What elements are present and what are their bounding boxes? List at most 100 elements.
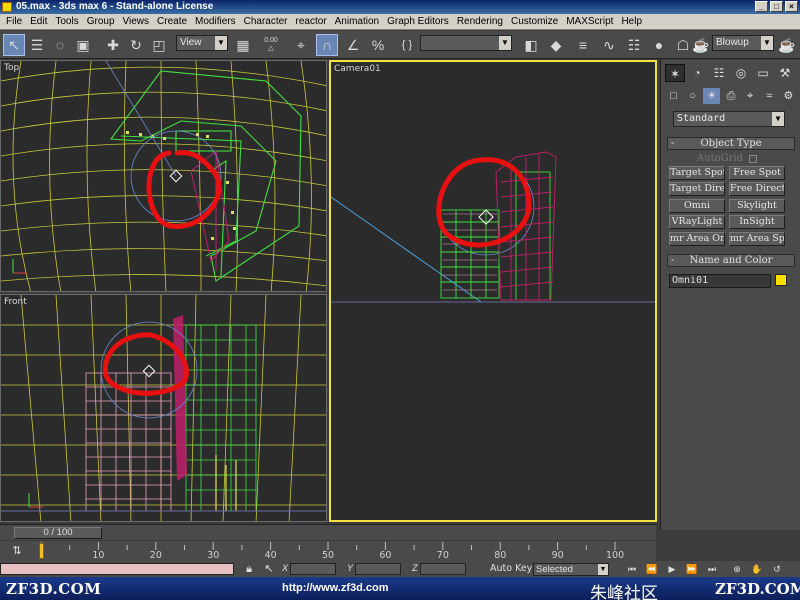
display-tab-icon[interactable]: ▭ bbox=[753, 64, 773, 82]
move-icon[interactable]: ✚ bbox=[102, 34, 124, 56]
minimize-button[interactable]: _ bbox=[755, 1, 768, 12]
pan-icon[interactable]: ✋ bbox=[750, 563, 764, 575]
track-bar[interactable]: ⇅ 10 20 30 40 50 60 70 80 90 100 bbox=[0, 541, 656, 561]
menu-edit[interactable]: Edit bbox=[26, 14, 51, 30]
viewport-front[interactable]: Front bbox=[0, 294, 327, 522]
light-category-dropdown[interactable]: Standard ▼ bbox=[673, 111, 785, 127]
named-selection-icon[interactable]: { } bbox=[396, 34, 418, 56]
zoom-icon[interactable]: ⊕ bbox=[730, 563, 744, 575]
time-slider-track[interactable]: 0 / 100 bbox=[0, 524, 656, 540]
spinner-snap-icon[interactable]: 0.00 △ bbox=[260, 34, 282, 56]
percent-snap-icon[interactable]: % bbox=[367, 34, 389, 56]
motion-tab-icon[interactable]: ◎ bbox=[731, 64, 751, 82]
time-slider-handle[interactable]: 0 / 100 bbox=[14, 527, 102, 539]
mr-area-omni-button[interactable]: mr Area Omni bbox=[669, 232, 725, 246]
menu-graph-editors[interactable]: Graph Editors bbox=[383, 14, 453, 30]
mr-area-spot-button[interactable]: mr Area Spot bbox=[729, 232, 785, 246]
schematic-view-icon[interactable]: ☷ bbox=[623, 34, 645, 56]
close-button[interactable]: × bbox=[785, 1, 798, 12]
maxscript-listener-field[interactable] bbox=[0, 563, 234, 575]
viewport-camera[interactable]: Camera01 bbox=[329, 60, 657, 522]
viewport-top[interactable]: Top bbox=[0, 60, 327, 292]
go-to-end-icon[interactable]: ⏭ bbox=[705, 563, 719, 575]
space-warps-icon[interactable]: ≈ bbox=[761, 88, 778, 104]
mini-curve-editor-icon[interactable]: ⇅ bbox=[10, 544, 24, 558]
next-frame-icon[interactable]: ⏩ bbox=[685, 563, 699, 575]
cameras-icon[interactable]: ⎙ bbox=[722, 88, 739, 104]
pivot-center-icon[interactable]: ▦ bbox=[232, 34, 254, 56]
render-last-icon[interactable]: ☕ bbox=[776, 34, 798, 56]
autogrid-checkbox[interactable] bbox=[749, 155, 757, 163]
hierarchy-tab-icon[interactable]: ☷ bbox=[709, 64, 729, 82]
lights-icon[interactable]: ☀ bbox=[703, 88, 721, 104]
menu-help[interactable]: Help bbox=[617, 14, 646, 30]
scale-icon[interactable]: ◰ bbox=[148, 34, 170, 56]
render-preset-dropdown[interactable]: Blowup ▼ bbox=[712, 35, 774, 51]
insight-button[interactable]: InSight bbox=[729, 215, 785, 229]
menu-reactor[interactable]: reactor bbox=[292, 14, 331, 30]
select-by-name-icon[interactable]: ☰ bbox=[26, 34, 48, 56]
menu-customize[interactable]: Customize bbox=[507, 14, 562, 30]
menu-modifiers[interactable]: Modifiers bbox=[191, 14, 240, 30]
align-icon[interactable]: ◆ bbox=[545, 34, 567, 56]
menu-maxscript[interactable]: MAXScript bbox=[562, 14, 617, 30]
omni-button[interactable]: Omni bbox=[669, 199, 725, 213]
target-spot-button[interactable]: Target Spot bbox=[669, 166, 725, 180]
rotate-icon[interactable]: ↻ bbox=[125, 34, 147, 56]
menu-rendering[interactable]: Rendering bbox=[453, 14, 507, 30]
go-to-start-icon[interactable]: ⏮ bbox=[625, 563, 639, 575]
y-coord-input[interactable] bbox=[355, 563, 401, 575]
menu-animation[interactable]: Animation bbox=[331, 14, 383, 30]
angle-snap-icon[interactable]: ∠ bbox=[342, 34, 364, 56]
previous-frame-icon[interactable]: ⏪ bbox=[645, 563, 659, 575]
utilities-tab-icon[interactable]: ⚒ bbox=[775, 64, 795, 82]
named-selection-dropdown[interactable]: ▼ bbox=[420, 35, 512, 51]
auto-key-button[interactable]: Auto Key bbox=[490, 563, 532, 575]
object-type-rollout[interactable]: - Object Type bbox=[667, 137, 795, 150]
current-frame-marker[interactable] bbox=[39, 543, 44, 559]
reference-coord-dropdown[interactable]: View ▼ bbox=[176, 35, 228, 51]
menu-tools[interactable]: Tools bbox=[51, 14, 82, 30]
target-direct-button[interactable]: Target Direct bbox=[669, 182, 725, 196]
window-crossing-icon[interactable]: ▣ bbox=[72, 34, 94, 56]
maximize-button[interactable]: □ bbox=[770, 1, 783, 12]
quick-render-icon[interactable]: ☕ bbox=[690, 34, 712, 56]
viewport-label-top[interactable]: Top bbox=[4, 63, 19, 73]
max-app-icon[interactable] bbox=[2, 2, 12, 12]
material-editor-icon[interactable]: ● bbox=[648, 34, 670, 56]
menu-group[interactable]: Group bbox=[83, 14, 119, 30]
select-object-icon[interactable]: ↖ bbox=[3, 34, 25, 56]
free-spot-button[interactable]: Free Spot bbox=[729, 166, 785, 180]
object-color-swatch[interactable] bbox=[775, 274, 787, 286]
mirror-icon[interactable]: ◧ bbox=[520, 34, 542, 56]
geometry-icon[interactable]: □ bbox=[665, 88, 682, 104]
layer-manager-icon[interactable]: ≡ bbox=[572, 34, 594, 56]
z-coord-input[interactable] bbox=[420, 563, 466, 575]
helpers-icon[interactable]: ⌖ bbox=[742, 88, 759, 104]
lock-selection-icon[interactable]: 🔒︎ bbox=[242, 562, 256, 576]
arc-rotate-icon[interactable]: ↺ bbox=[770, 563, 784, 575]
skylight-button[interactable]: Skylight bbox=[729, 199, 785, 213]
free-direct-button[interactable]: Free Direct bbox=[729, 182, 785, 196]
vraylight-button[interactable]: VRayLight bbox=[669, 215, 725, 229]
menu-views[interactable]: Views bbox=[119, 14, 154, 30]
absolute-mode-icon[interactable]: ↖ bbox=[262, 562, 276, 576]
viewport-label-front[interactable]: Front bbox=[4, 297, 27, 307]
object-name-input[interactable]: Omni01 bbox=[669, 274, 771, 288]
key-filter-dropdown[interactable]: Selected ▼ bbox=[533, 563, 609, 576]
x-coord-input[interactable] bbox=[290, 563, 336, 575]
curve-editor-icon[interactable]: ∿ bbox=[598, 34, 620, 56]
shapes-icon[interactable]: ○ bbox=[684, 88, 701, 104]
create-tab-icon[interactable]: ✶ bbox=[665, 64, 685, 82]
selection-region-icon[interactable]: ◌ bbox=[49, 34, 71, 56]
menu-file[interactable]: File bbox=[2, 14, 26, 30]
viewport-label-camera[interactable]: Camera01 bbox=[334, 64, 381, 74]
menu-create[interactable]: Create bbox=[153, 14, 191, 30]
snap-toggle-icon[interactable]: ⌖ bbox=[290, 34, 312, 56]
name-and-color-rollout[interactable]: - Name and Color bbox=[667, 254, 795, 267]
play-icon[interactable]: ▶ bbox=[665, 563, 679, 575]
magnet-snap-icon[interactable]: ∩ bbox=[316, 34, 338, 56]
menu-character[interactable]: Character bbox=[240, 14, 292, 30]
modify-tab-icon[interactable]: ◔ bbox=[687, 64, 707, 82]
systems-icon[interactable]: ⚙ bbox=[780, 88, 797, 104]
